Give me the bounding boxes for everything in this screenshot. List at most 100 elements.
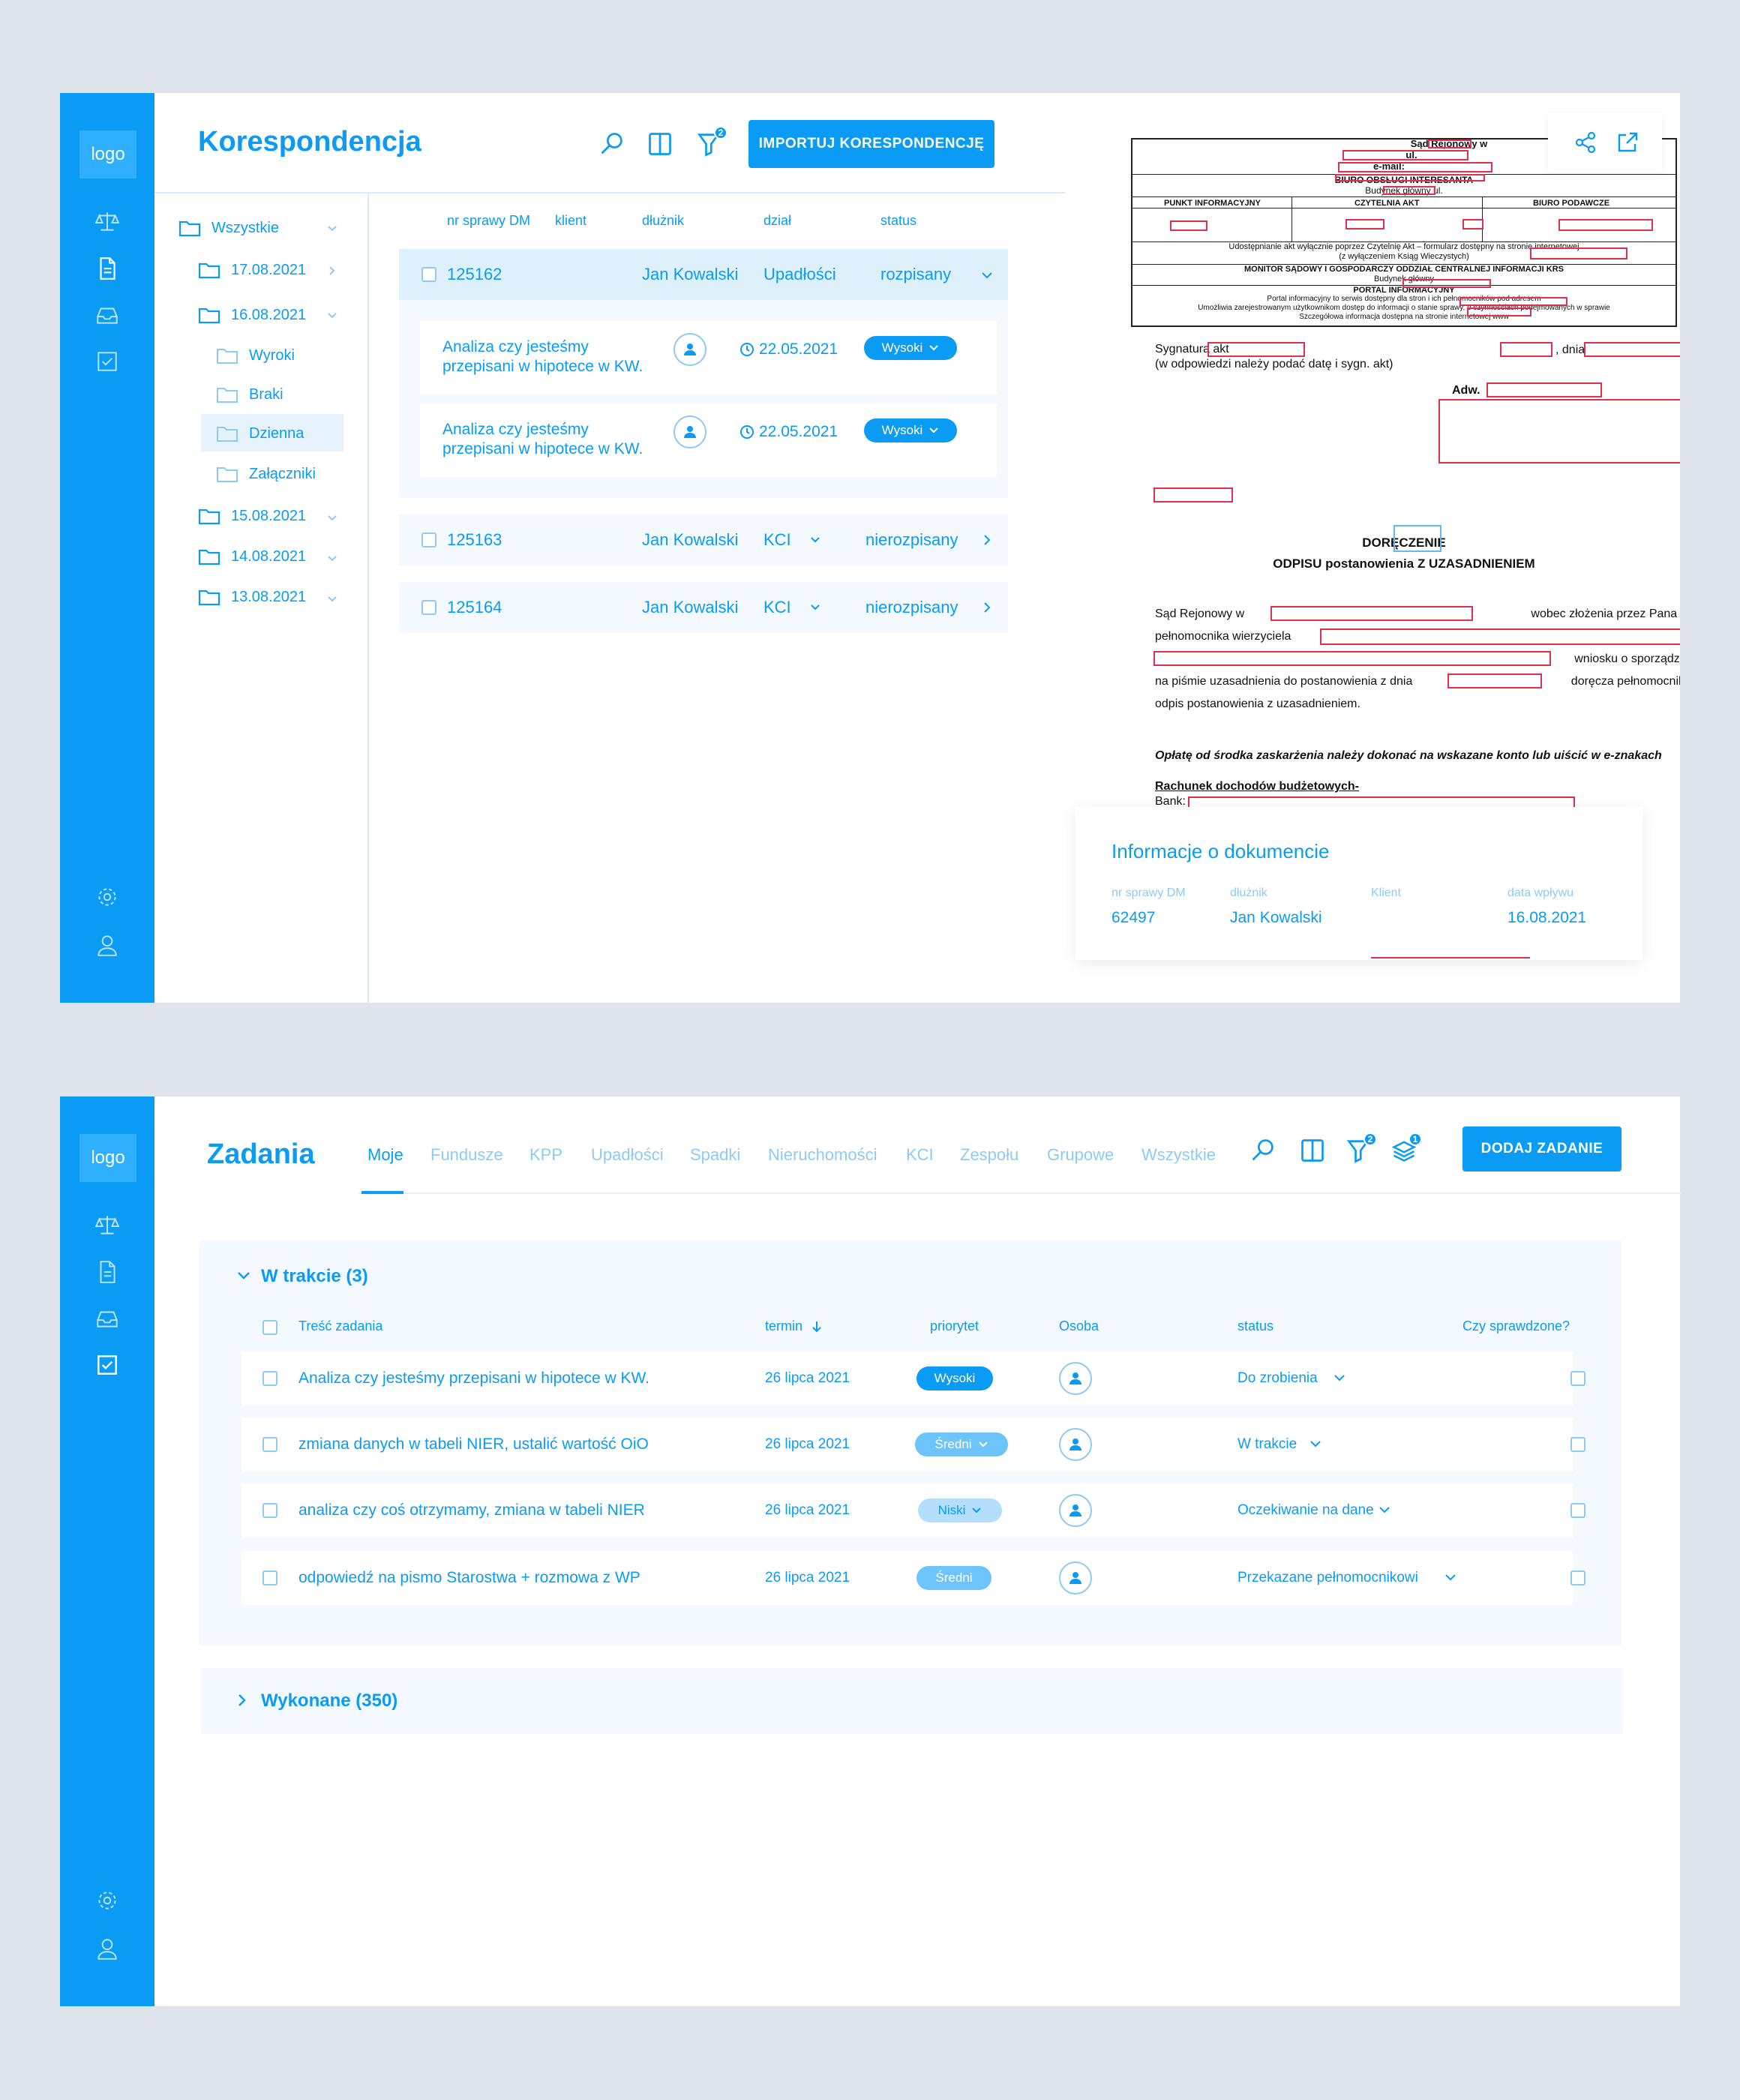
chevron-right-icon[interactable] <box>982 602 992 614</box>
chevron-down-icon[interactable] <box>1378 1506 1390 1515</box>
stack-icon[interactable]: 1 <box>1388 1132 1422 1167</box>
table-row[interactable]: 125162 Jan Kowalski Upadłości rozpisany <box>399 249 1008 300</box>
verified-checkbox[interactable] <box>1570 1371 1586 1386</box>
priority-badge[interactable]: Średni <box>916 1566 992 1590</box>
select-all-checkbox[interactable] <box>262 1320 278 1335</box>
sort-down-icon[interactable] <box>812 1320 822 1334</box>
task-row[interactable]: Analiza czy jesteśmy przepisani w hipote… <box>242 1352 1586 1406</box>
tab-kpp[interactable]: KPP <box>530 1145 562 1165</box>
task-status[interactable]: Oczekiwanie na dane <box>1238 1502 1374 1519</box>
chevron-down-icon[interactable] <box>1310 1440 1322 1449</box>
logo[interactable]: logo <box>80 130 136 178</box>
chevron-right-icon[interactable] <box>237 1694 248 1707</box>
verified-checkbox[interactable] <box>1570 1570 1586 1586</box>
chevron-down-icon[interactable] <box>237 1270 250 1281</box>
chevron-down-icon[interactable] <box>327 554 338 564</box>
task-row[interactable]: zmiana danych w tabeli NIER, ustalić war… <box>242 1418 1586 1472</box>
chevron-down-icon[interactable] <box>810 536 820 544</box>
folder-13-08[interactable]: 13.08.2021 <box>198 588 306 606</box>
section-title-done[interactable]: Wykonane (350) <box>261 1690 398 1712</box>
priority-dropdown[interactable]: Średni <box>915 1432 1008 1456</box>
task-status[interactable]: Do zrobienia <box>1238 1370 1318 1387</box>
chevron-down-icon[interactable] <box>810 603 820 612</box>
tasks-icon[interactable] <box>92 346 122 376</box>
scales-icon[interactable] <box>92 207 122 237</box>
folder-17-08[interactable]: 17.08.2021 <box>198 261 306 279</box>
user-icon[interactable] <box>92 930 122 960</box>
task-checkbox[interactable] <box>262 1371 278 1386</box>
task-row[interactable]: analiza czy coś otrzymamy, zmiana w tabe… <box>242 1484 1586 1538</box>
col-header-deadline[interactable]: termin <box>765 1318 802 1334</box>
verified-checkbox[interactable] <box>1570 1503 1586 1518</box>
folder-dzienna[interactable]: Dzienna <box>216 424 304 442</box>
tab-nieruchomosci[interactable]: Nieruchomości <box>768 1145 878 1165</box>
inbox-icon[interactable] <box>92 1304 122 1334</box>
row-checkbox[interactable] <box>422 600 436 615</box>
folder-braki[interactable]: Braki <box>216 386 284 404</box>
filter-icon[interactable]: 2 <box>693 126 728 160</box>
priority-dropdown[interactable]: Wysoki <box>864 418 957 442</box>
chevron-down-icon[interactable] <box>981 270 993 280</box>
person-avatar[interactable] <box>674 416 706 448</box>
col-header-dzial[interactable]: dział <box>764 213 791 229</box>
tab-grupowe[interactable]: Grupowe <box>1047 1145 1114 1165</box>
folder-zalaczniki[interactable]: Załączniki <box>216 465 316 483</box>
folder-wyroki[interactable]: Wyroki <box>216 346 295 364</box>
chevron-down-icon[interactable] <box>1334 1374 1346 1383</box>
table-row[interactable]: 125164 Jan Kowalski KCI nierozpisany <box>399 582 1008 633</box>
col-header-checked[interactable]: Czy sprawdzone? <box>1462 1318 1570 1334</box>
table-row[interactable]: 125163 Jan Kowalski KCI nierozpisany <box>399 514 1008 566</box>
columns-icon[interactable] <box>644 128 676 160</box>
document-icon[interactable] <box>92 254 122 284</box>
document-icon[interactable] <box>92 1257 122 1287</box>
import-correspondence-button[interactable]: IMPORTUJ KORESPONDENCJĘ <box>748 120 994 168</box>
section-title-in-progress[interactable]: W trakcie (3) <box>261 1266 368 1287</box>
task-status[interactable]: Przekazane pełnomocnikowi <box>1238 1570 1418 1586</box>
col-header-person[interactable]: Osoba <box>1059 1318 1099 1334</box>
tab-kci[interactable]: KCI <box>906 1145 934 1165</box>
chevron-down-icon[interactable] <box>1444 1574 1456 1582</box>
task-checkbox[interactable] <box>262 1503 278 1518</box>
folder-all[interactable]: Wszystkie <box>178 219 279 237</box>
person-avatar[interactable] <box>1059 1428 1092 1461</box>
person-avatar[interactable] <box>1059 1562 1092 1594</box>
person-avatar[interactable] <box>674 333 706 366</box>
tab-zespolu[interactable]: Zespołu <box>960 1145 1018 1165</box>
priority-dropdown[interactable]: Niski <box>918 1498 1002 1522</box>
chevron-down-icon[interactable] <box>327 224 338 234</box>
subtask-card[interactable]: Analiza czy jesteśmy przepisani w hipote… <box>420 404 998 477</box>
col-header-status[interactable]: status <box>1238 1318 1274 1334</box>
tasks-icon[interactable] <box>92 1350 122 1380</box>
col-header-nr[interactable]: nr sprawy DM <box>447 213 530 229</box>
inbox-icon[interactable] <box>92 300 122 330</box>
chevron-down-icon[interactable] <box>327 513 338 524</box>
folder-14-08[interactable]: 14.08.2021 <box>198 548 306 566</box>
verified-checkbox[interactable] <box>1570 1437 1586 1452</box>
task-checkbox[interactable] <box>262 1437 278 1452</box>
share-icon[interactable] <box>1574 130 1598 154</box>
row-checkbox[interactable] <box>422 267 436 282</box>
col-header-dluznik[interactable]: dłużnik <box>642 213 684 229</box>
col-header-priority[interactable]: priorytet <box>930 1318 979 1334</box>
col-header-status[interactable]: status <box>880 213 916 229</box>
settings-icon[interactable] <box>92 882 122 912</box>
folder-16-08[interactable]: 16.08.2021 <box>198 306 306 324</box>
section-done[interactable] <box>201 1668 1623 1734</box>
chevron-down-icon[interactable] <box>327 594 338 604</box>
settings-icon[interactable] <box>92 1886 122 1916</box>
chevron-right-icon[interactable] <box>327 266 338 276</box>
task-checkbox[interactable] <box>262 1570 278 1586</box>
filter-icon[interactable]: 2 <box>1342 1132 1377 1167</box>
chevron-down-icon[interactable] <box>327 310 338 321</box>
tab-moje[interactable]: Moje <box>368 1145 404 1165</box>
chevron-right-icon[interactable] <box>982 534 992 546</box>
search-icon[interactable] <box>1246 1134 1280 1167</box>
row-checkbox[interactable] <box>422 532 436 548</box>
open-external-icon[interactable] <box>1616 130 1640 154</box>
columns-icon[interactable] <box>1296 1134 1329 1167</box>
person-avatar[interactable] <box>1059 1362 1092 1395</box>
person-avatar[interactable] <box>1059 1494 1092 1527</box>
col-header-klient[interactable]: klient <box>555 213 586 229</box>
task-status[interactable]: W trakcie <box>1238 1436 1297 1453</box>
priority-badge[interactable]: Wysoki <box>916 1366 993 1390</box>
